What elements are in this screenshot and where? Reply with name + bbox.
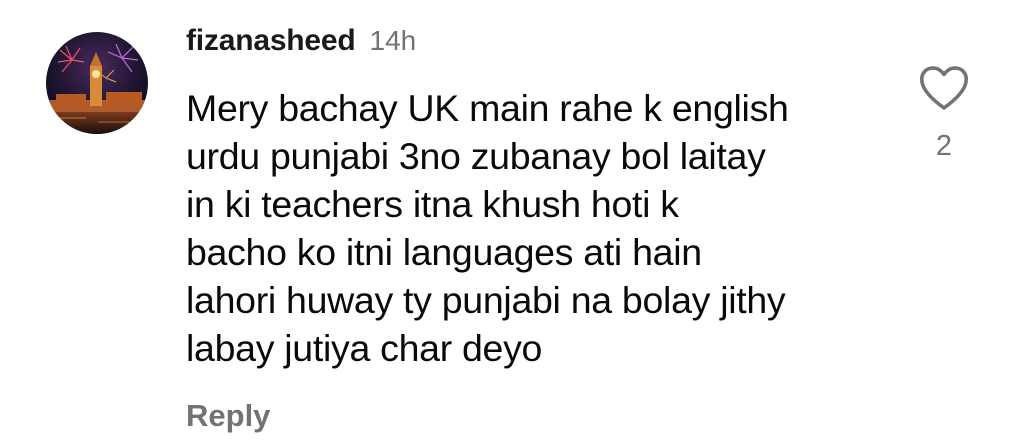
comment-body: fizanasheed 14h Mery bachay UK main rahe… (186, 24, 886, 434)
comment-meta: fizanasheed 14h (186, 24, 886, 68)
timestamp: 14h (369, 25, 417, 56)
comment: fizanasheed 14h Mery bachay UK main rahe… (0, 0, 1024, 446)
like-count: 2 (935, 130, 953, 162)
like-button[interactable]: 2 (916, 64, 972, 174)
avatar[interactable] (46, 32, 148, 134)
heart-outline-icon[interactable] (918, 64, 970, 112)
comment-text: Mery bachay UK main rahe k english urdu … (186, 87, 789, 369)
avatar-image (46, 32, 148, 134)
username[interactable]: fizanasheed (186, 24, 356, 58)
reply-button[interactable]: Reply (186, 398, 886, 434)
